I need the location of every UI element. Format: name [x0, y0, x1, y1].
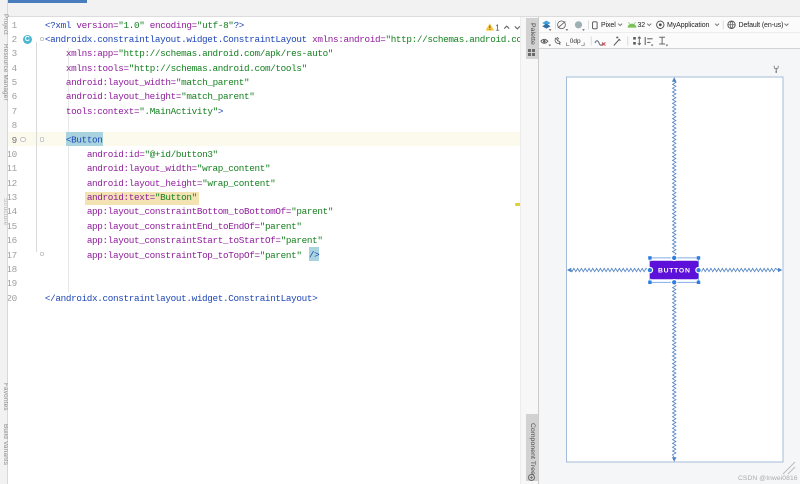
svg-text:BUTTON: BUTTON — [658, 268, 691, 275]
svg-text:1: 1 — [495, 24, 500, 33]
